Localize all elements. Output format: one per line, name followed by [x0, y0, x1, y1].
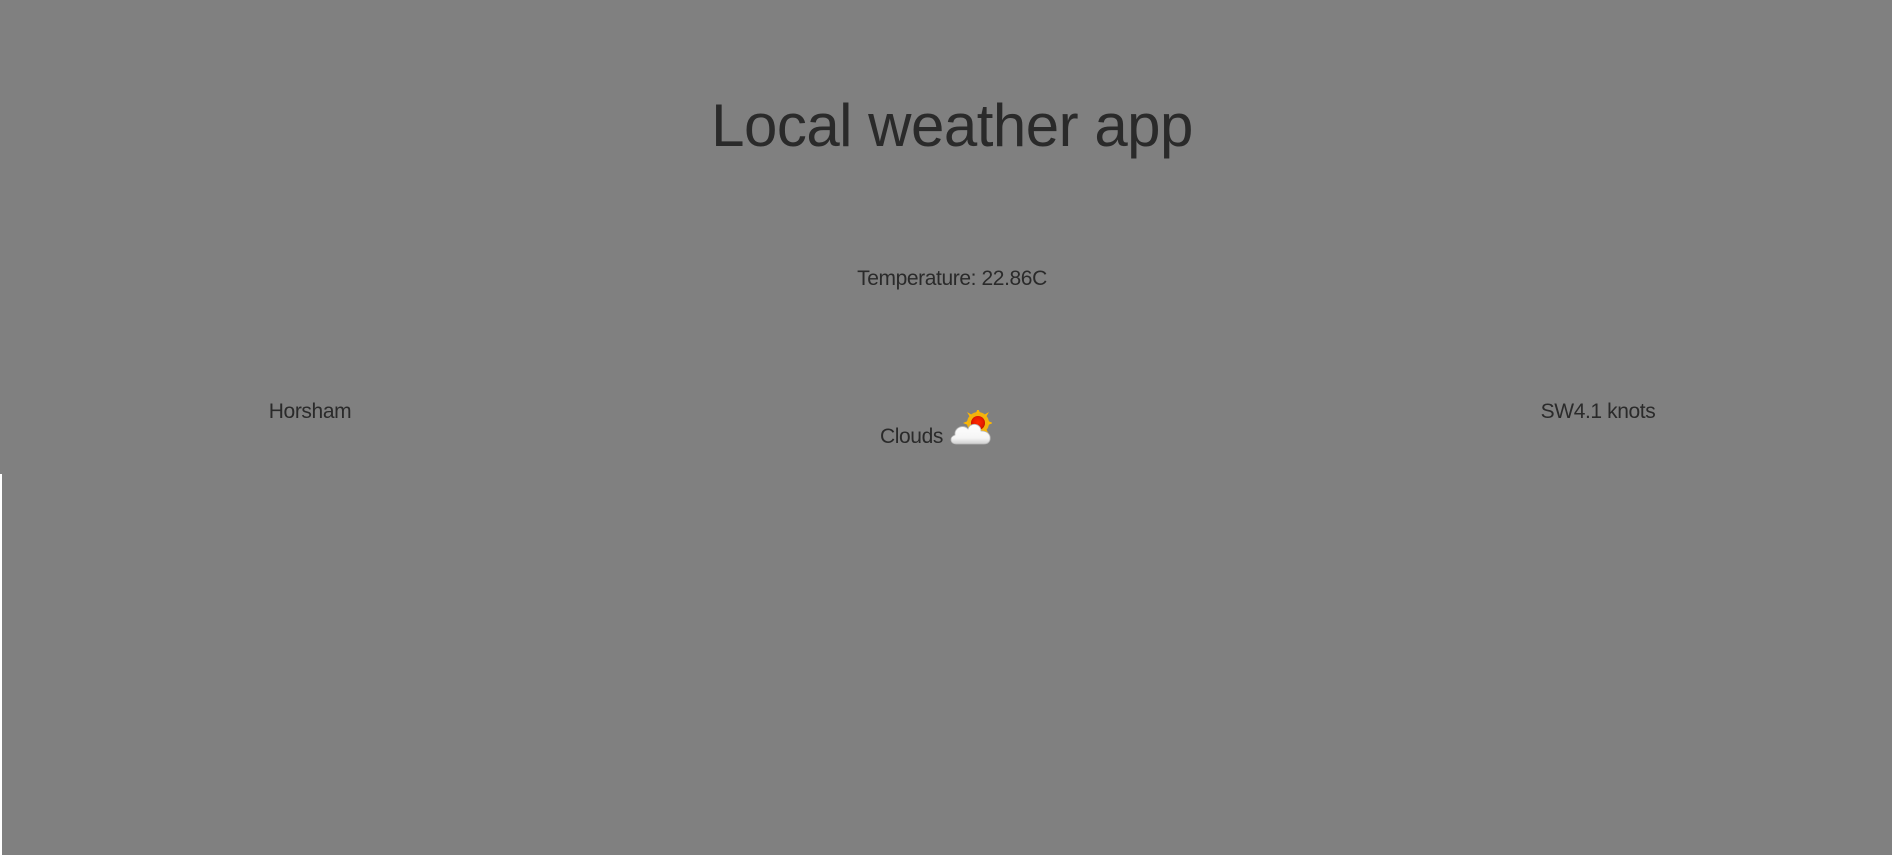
location-name: Horsham	[268, 400, 352, 423]
wind-readout: SW4.1 knots	[1540, 400, 1656, 423]
weather-condition: Clouds	[880, 408, 1020, 452]
temperature-readout: Temperature: 22.86C	[857, 267, 1047, 290]
page-title: Local weather app	[711, 92, 1193, 159]
condition-label: Clouds	[880, 425, 943, 448]
partly-cloudy-icon	[950, 408, 993, 450]
weather-summary-row: Horsham Clouds SW4.1 knots	[0, 398, 1892, 458]
weather-page: Local weather app Temperature: 22.86C Ho…	[0, 0, 1892, 855]
gray-background-bottom	[2, 474, 1892, 855]
